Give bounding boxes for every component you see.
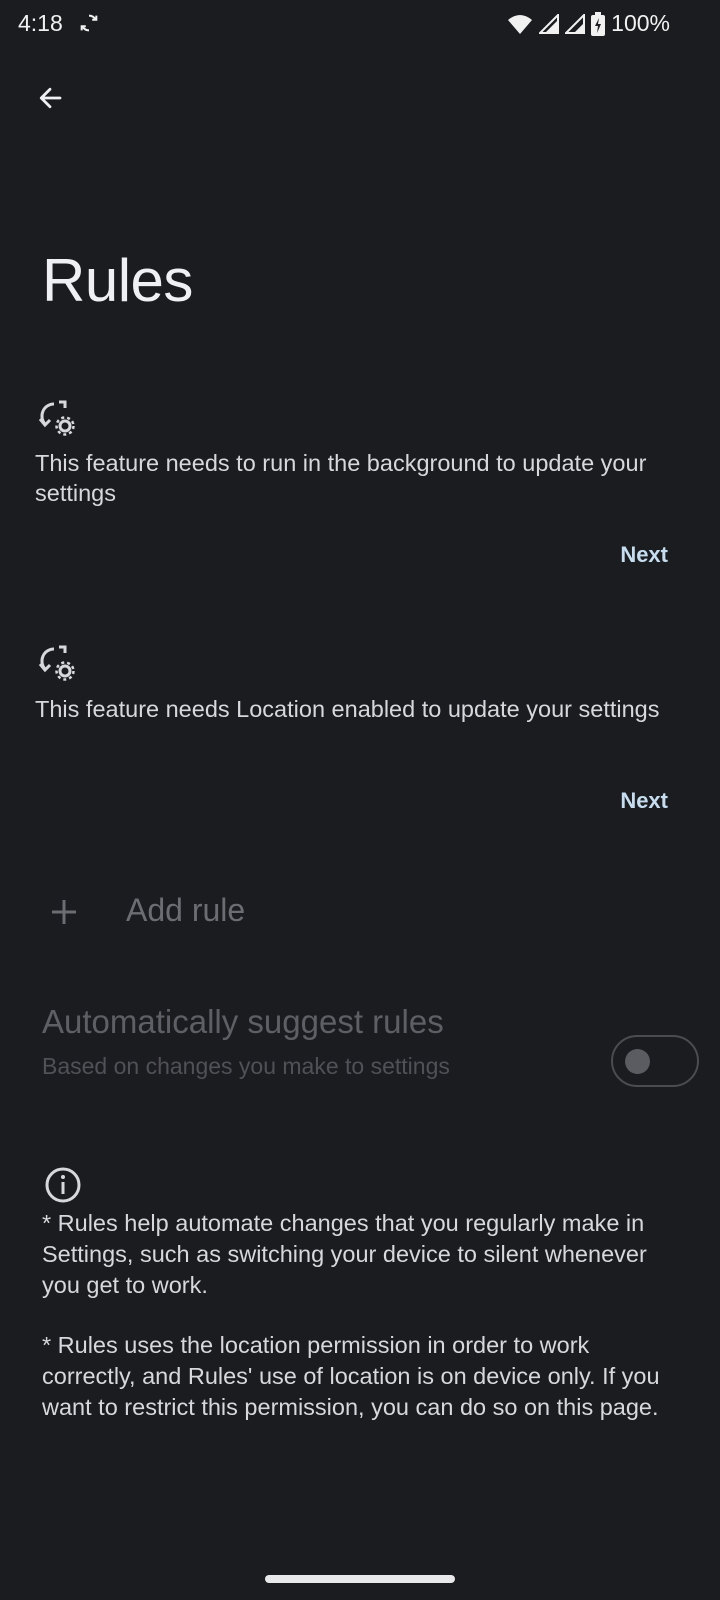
wifi-icon [508, 14, 533, 34]
cellular-signal-icon [539, 13, 560, 34]
page-title: Rules [42, 247, 193, 314]
sync-settings-icon [38, 400, 75, 436]
gesture-nav-handle[interactable] [265, 1575, 455, 1583]
sync-settings-icon [38, 645, 75, 681]
info-paragraph-1: * Rules help automate changes that you r… [42, 1210, 647, 1298]
back-arrow-icon [39, 87, 62, 109]
sync-icon [80, 14, 98, 32]
cellular-signal-icon-2 [565, 13, 586, 34]
battery-charging-icon [591, 11, 606, 36]
status-right: 100% [507, 10, 670, 37]
suggest-rules-subtitle: Based on changes you make to settings [42, 1053, 450, 1079]
back-button[interactable] [28, 76, 72, 120]
info-paragraph-2: * Rules uses the location permission in … [42, 1332, 660, 1420]
battery-percent: 100% [611, 10, 670, 36]
plus-icon [52, 900, 76, 924]
background-permission-text: This feature needs to run in the backgro… [35, 450, 647, 506]
location-next-button[interactable]: Next [620, 788, 668, 814]
location-permission-text: This feature needs Location enabled to u… [35, 696, 660, 722]
info-icon [45, 1167, 81, 1203]
add-rule-button[interactable]: Add rule [40, 880, 680, 950]
status-bar: 4:18 100% [0, 0, 720, 50]
add-rule-label: Add rule [126, 892, 246, 928]
status-time: 4:18 [18, 10, 63, 36]
background-next-button[interactable]: Next [620, 542, 668, 568]
suggest-rules-title: Automatically suggest rules [42, 1003, 444, 1040]
toggle-knob [625, 1049, 650, 1074]
suggest-rules-toggle[interactable] [611, 1035, 699, 1087]
